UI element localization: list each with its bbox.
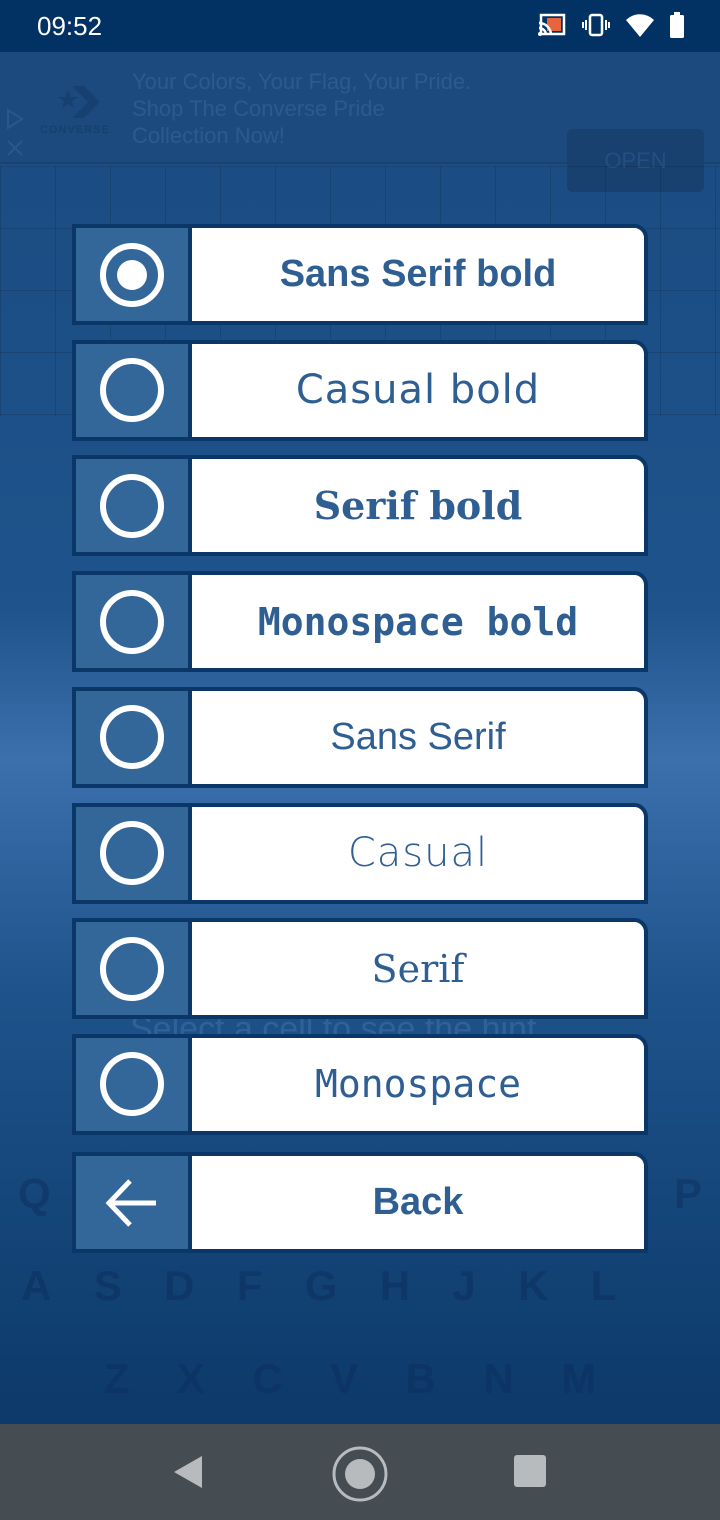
radio-icon[interactable]	[100, 358, 164, 423]
font-option-sans-serif-bold[interactable]: Sans Serif bold	[72, 224, 648, 325]
key[interactable]: G	[305, 1262, 338, 1310]
radio-icon[interactable]	[100, 242, 164, 307]
key[interactable]: S	[94, 1262, 122, 1310]
cast-icon	[538, 13, 566, 36]
status-bar: 09:52	[0, 0, 720, 52]
converse-logo-icon	[58, 86, 100, 118]
arrow-left-icon	[105, 1178, 156, 1227]
key[interactable]: L	[591, 1262, 617, 1310]
key[interactable]: H	[380, 1262, 410, 1310]
vibrate-icon	[582, 13, 610, 37]
wifi-icon	[626, 14, 654, 37]
font-option-label: Casual bold	[295, 367, 541, 414]
keyboard-row: ZXCVBNM	[0, 1355, 720, 1403]
font-option-label: Monospace	[315, 1062, 521, 1107]
key[interactable]: K	[518, 1262, 548, 1310]
font-option-serif-bold[interactable]: Serif bold	[72, 455, 648, 557]
radio-icon[interactable]	[100, 705, 164, 770]
key[interactable]: J	[452, 1262, 475, 1310]
font-option-serif[interactable]: Serif	[72, 918, 648, 1020]
navigation-bar	[0, 1424, 720, 1520]
key[interactable]: V	[330, 1355, 358, 1403]
font-option-casual-bold[interactable]: Casual bold	[72, 339, 648, 441]
back-button[interactable]: Back	[72, 1152, 648, 1253]
ad-line: Collection Now!	[132, 123, 285, 148]
key[interactable]: M	[561, 1355, 596, 1403]
key[interactable]: P	[674, 1170, 702, 1218]
font-option-label: Monospace bold	[257, 599, 579, 644]
ad-choices-icon[interactable]	[5, 108, 25, 158]
nav-recents-icon[interactable]	[514, 1455, 546, 1487]
radio-icon[interactable]	[100, 473, 164, 538]
key[interactable]: X	[177, 1355, 205, 1403]
font-option-casual[interactable]: Casual	[72, 802, 648, 904]
key[interactable]: Z	[104, 1355, 130, 1403]
font-option-label: Serif bold	[313, 483, 523, 529]
back-label: Back	[372, 1181, 464, 1223]
font-option-monospace-bold[interactable]: Monospace bold	[72, 571, 648, 673]
ad-brand: CONVERSE	[40, 124, 110, 136]
key[interactable]: N	[483, 1355, 513, 1403]
ad-line: Your Colors, Your Flag, Your Pride.	[132, 69, 472, 94]
battery-icon	[670, 12, 684, 38]
font-option-label: Casual	[347, 830, 489, 876]
font-option-label: Sans Serif	[330, 715, 506, 758]
font-option-sans-serif[interactable]: Sans Serif	[72, 686, 648, 788]
clock: 09:52	[37, 11, 103, 41]
key[interactable]: B	[406, 1355, 436, 1403]
key[interactable]: F	[237, 1262, 263, 1310]
font-option-label: Serif	[371, 946, 465, 991]
key[interactable]: A	[21, 1262, 51, 1310]
radio-icon[interactable]	[100, 1052, 164, 1117]
nav-back-icon[interactable]	[172, 1454, 204, 1490]
key[interactable]: D	[164, 1262, 194, 1310]
nav-home-icon[interactable]	[330, 1444, 390, 1504]
radio-icon[interactable]	[100, 821, 164, 885]
ad-line: Shop The Converse Pride	[132, 96, 385, 121]
font-option-monospace[interactable]: Monospace	[72, 1033, 648, 1135]
font-option-label: Sans Serif bold	[279, 253, 557, 295]
keyboard-row: ASDFGHJKL	[0, 1262, 720, 1310]
key[interactable]: C	[252, 1355, 282, 1403]
radio-icon[interactable]	[100, 936, 164, 1001]
ad-banner[interactable]: CONVERSE Your Colors, Your Flag, Your Pr…	[0, 52, 720, 192]
ad-text[interactable]: Your Colors, Your Flag, Your Pride. Shop…	[132, 68, 471, 149]
key[interactable]: Q	[18, 1170, 51, 1218]
radio-icon[interactable]	[100, 589, 164, 654]
